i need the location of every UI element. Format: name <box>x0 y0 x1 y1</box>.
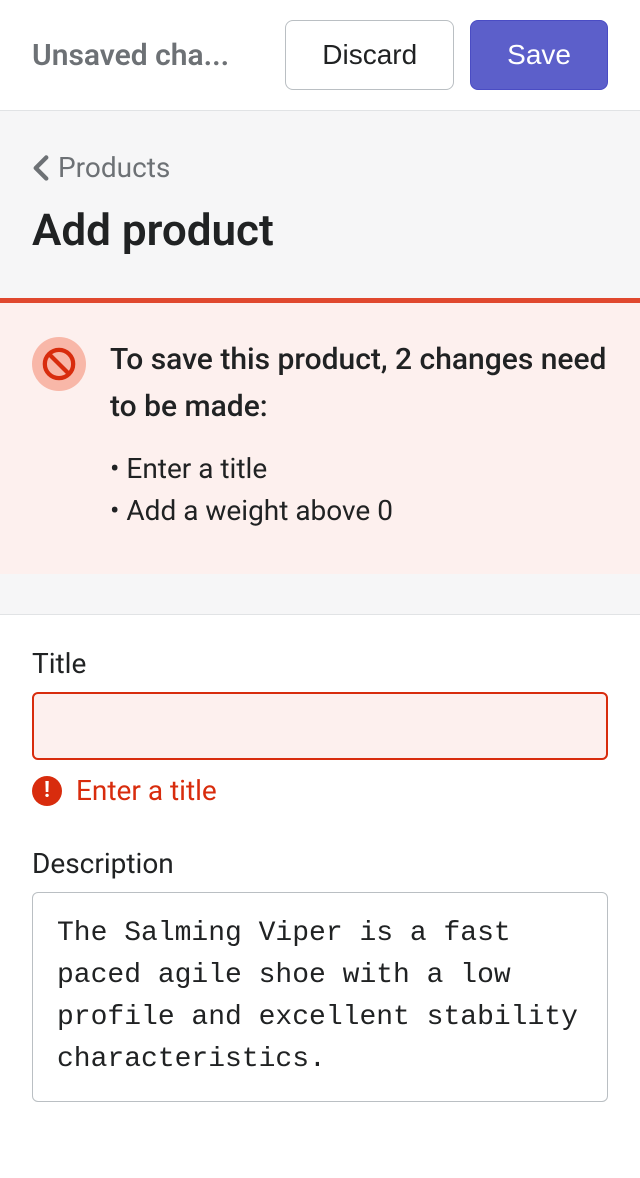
page-title: Add product <box>32 204 608 256</box>
prohibited-icon <box>32 337 86 391</box>
page-header: Products Add product <box>0 111 640 298</box>
banner-list: Enter a title Add a weight above 0 <box>110 448 608 532</box>
chevron-left-icon <box>32 154 50 182</box>
banner-list-item: Add a weight above 0 <box>110 490 608 532</box>
breadcrumb[interactable]: Products <box>32 151 608 184</box>
unsaved-changes-label: Unsaved cha... <box>32 38 229 73</box>
title-input[interactable] <box>32 692 608 760</box>
discard-button[interactable]: Discard <box>285 20 454 90</box>
form-section: Title ! Enter a title Description The Sa… <box>0 614 640 1178</box>
save-button[interactable]: Save <box>470 20 608 90</box>
description-label: Description <box>32 847 608 880</box>
top-bar: Unsaved cha... Discard Save <box>0 0 640 111</box>
banner-heading: To save this product, 2 changes need to … <box>110 337 608 430</box>
description-input[interactable]: The Salming Viper is a fast paced agile … <box>32 892 608 1102</box>
error-icon: ! <box>32 776 62 806</box>
title-field-group: Title ! Enter a title <box>32 647 608 807</box>
error-banner: To save this product, 2 changes need to … <box>0 298 640 574</box>
banner-list-item: Enter a title <box>110 448 608 490</box>
description-field-group: Description The Salming Viper is a fast … <box>32 847 608 1106</box>
banner-content: To save this product, 2 changes need to … <box>110 337 608 532</box>
breadcrumb-label: Products <box>58 151 170 184</box>
title-label: Title <box>32 647 608 680</box>
title-error: ! Enter a title <box>32 774 608 807</box>
title-error-text: Enter a title <box>76 774 217 807</box>
top-bar-actions: Discard Save <box>285 20 608 90</box>
